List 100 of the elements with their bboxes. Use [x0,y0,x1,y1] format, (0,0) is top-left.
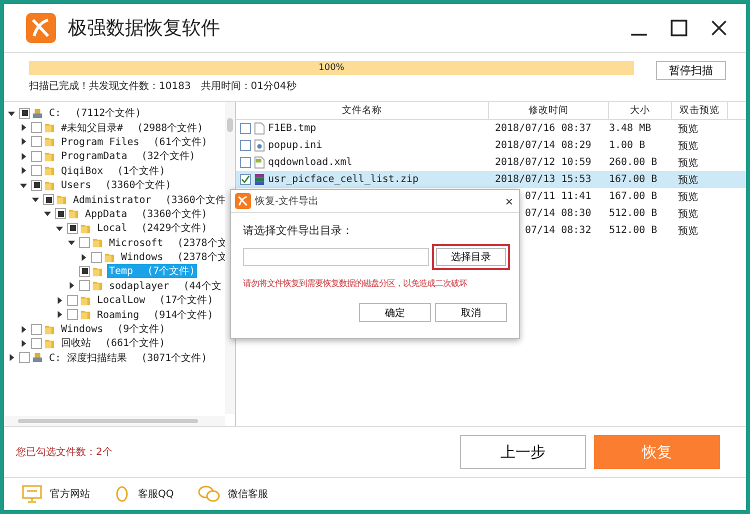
tree-checkbox[interactable] [31,122,42,134]
dialog-title: 恢复-文件导出 [255,194,320,208]
tree-item[interactable]: Users (3360个文件) [59,178,174,192]
tree-item[interactable]: Windows (9个文件) [59,322,168,336]
file-name: popup.ini [268,140,322,151]
tree-checkbox[interactable] [31,324,42,335]
maximize-icon[interactable] [670,19,688,37]
tree-checkbox[interactable] [91,252,102,263]
expand-arrow-icon[interactable] [20,152,27,160]
tree-checkbox[interactable] [79,266,90,277]
expand-arrow-icon[interactable] [20,340,27,347]
choose-directory-button[interactable]: 选择目录 [436,248,506,266]
collapse-arrow-icon[interactable] [8,110,15,117]
close-icon[interactable] [710,19,728,37]
tree-checkbox[interactable] [79,237,90,248]
folder-icon [56,194,67,206]
folder-icon [44,165,55,176]
preview-link[interactable]: 预览 [678,206,698,220]
back-button[interactable]: 上一步 [460,435,586,469]
ok-button[interactable]: 确定 [359,303,431,322]
tree-item[interactable]: LocalLow (17个文件) [95,293,216,308]
footer-link[interactable]: 微信客服 [228,487,268,501]
collapse-arrow-icon[interactable] [20,182,27,189]
warning-text: 请勿将文件恢复到需要恢复数据的磁盘分区，以免造成二次破坏 [243,278,468,289]
pause-scan-button[interactable]: 暂停扫描 [656,61,726,80]
expand-arrow-icon[interactable] [68,282,75,290]
expand-arrow-icon[interactable] [20,326,27,333]
tree-checkbox[interactable] [67,294,78,306]
preview-link[interactable]: 预览 [678,190,698,204]
prompt-label: 请选择文件导出目录： [243,223,354,238]
column-header[interactable]: 文件名称 [236,102,489,119]
preview-link[interactable]: 预览 [678,156,698,170]
close-button[interactable]: × [505,194,513,208]
row-checkbox[interactable] [240,174,251,185]
column-header[interactable]: 双击预览 [672,102,728,119]
tree-item[interactable]: C: (7112个文件) [47,106,144,120]
file-name: usr_picface_cell_list.zip [268,174,419,185]
tree-checkbox[interactable] [31,165,42,176]
folder-icon [92,237,103,248]
tree-item[interactable]: Administrator (3360个文件 [71,192,228,207]
collapse-arrow-icon[interactable] [56,224,63,232]
modified-time: 07/11 11:41 [525,191,592,202]
folder-icon [80,309,91,320]
footer-link[interactable]: 官方网站 [50,487,90,501]
tree-item[interactable]: QiqiBox (1个文件) [59,164,168,178]
folder-icon [44,150,55,162]
tree-checkbox[interactable] [31,150,42,162]
tree-item[interactable]: #未知父目录# (2988个文件) [59,120,206,135]
file-row[interactable]: popup.ini 2018/07/14 08:29 1.00 B 预览 [236,137,746,154]
tree-checkbox[interactable] [19,108,30,119]
footer-link[interactable]: 客服QQ [138,487,174,501]
expand-arrow-icon[interactable] [80,254,87,261]
modified-time: 2018/07/16 08:37 [495,123,592,134]
preview-link[interactable]: 预览 [678,172,698,186]
modified-time: 2018/07/14 08:29 [495,140,592,151]
preview-link[interactable]: 预览 [678,138,698,152]
row-checkbox[interactable] [240,123,251,134]
tree-item[interactable]: AppData (3360个文件) [83,206,210,221]
file-size: 512.00 B [609,208,658,219]
xml-file-icon [254,156,265,169]
row-checkbox[interactable] [240,157,251,168]
collapse-arrow-icon[interactable] [68,239,75,246]
tree-checkbox[interactable] [31,180,42,191]
column-header[interactable]: 大小 [609,102,672,119]
expand-arrow-icon[interactable] [56,311,63,318]
expand-arrow-icon[interactable] [20,124,27,132]
expand-arrow-icon[interactable] [56,296,63,304]
column-header[interactable]: 修改时间 [489,102,609,119]
file-row[interactable]: F1EB.tmp 2018/07/16 08:37 3.48 MB 预览 [236,120,746,137]
row-checkbox[interactable] [240,140,251,151]
cancel-button[interactable]: 取消 [435,303,507,322]
tree-checkbox[interactable] [31,136,42,148]
horizontal-scrollbar[interactable] [4,416,225,426]
collapse-arrow-icon[interactable] [32,196,39,204]
preview-link[interactable]: 预览 [678,122,698,136]
tree-item[interactable]: Local (2429个文件) [95,221,210,236]
tree-item[interactable]: ProgramData (32个文件) [59,149,198,164]
tree-checkbox[interactable] [19,352,30,364]
tree-checkbox[interactable] [55,208,66,220]
tree-checkbox[interactable] [67,222,78,234]
expand-arrow-icon[interactable] [20,138,27,146]
tree-item[interactable]: Roaming (914个文件) [95,308,216,322]
file-icon [254,122,265,135]
tree-checkbox[interactable] [67,309,78,320]
file-row[interactable]: usr_picface_cell_list.zip 2018/07/13 15:53 167.00 B 预览 [236,171,746,188]
selected-count: 您已勾选文件数：2个 [16,446,114,459]
tree-item[interactable]: Program Files (61个文件) [59,134,210,149]
tree-checkbox[interactable] [43,194,54,206]
file-row[interactable]: qqdownload.xml 2018/07/12 10:59 260.00 B 预览 [236,154,746,171]
tree-item[interactable]: sodaplayer (44个文 [107,278,224,293]
settings-file-icon [254,139,265,152]
expand-arrow-icon[interactable] [8,354,15,362]
expand-arrow-icon[interactable] [20,167,27,174]
preview-link[interactable]: 预览 [678,224,698,238]
collapse-arrow-icon[interactable] [44,210,51,218]
tree-checkbox[interactable] [79,280,90,292]
tree-checkbox[interactable] [31,338,42,349]
directory-field[interactable] [243,248,429,266]
tree-item[interactable]: C: 深度扫描结果 (3071个文件) [47,350,210,365]
tree-item[interactable]: 回收站 (661个文件) [59,336,168,350]
